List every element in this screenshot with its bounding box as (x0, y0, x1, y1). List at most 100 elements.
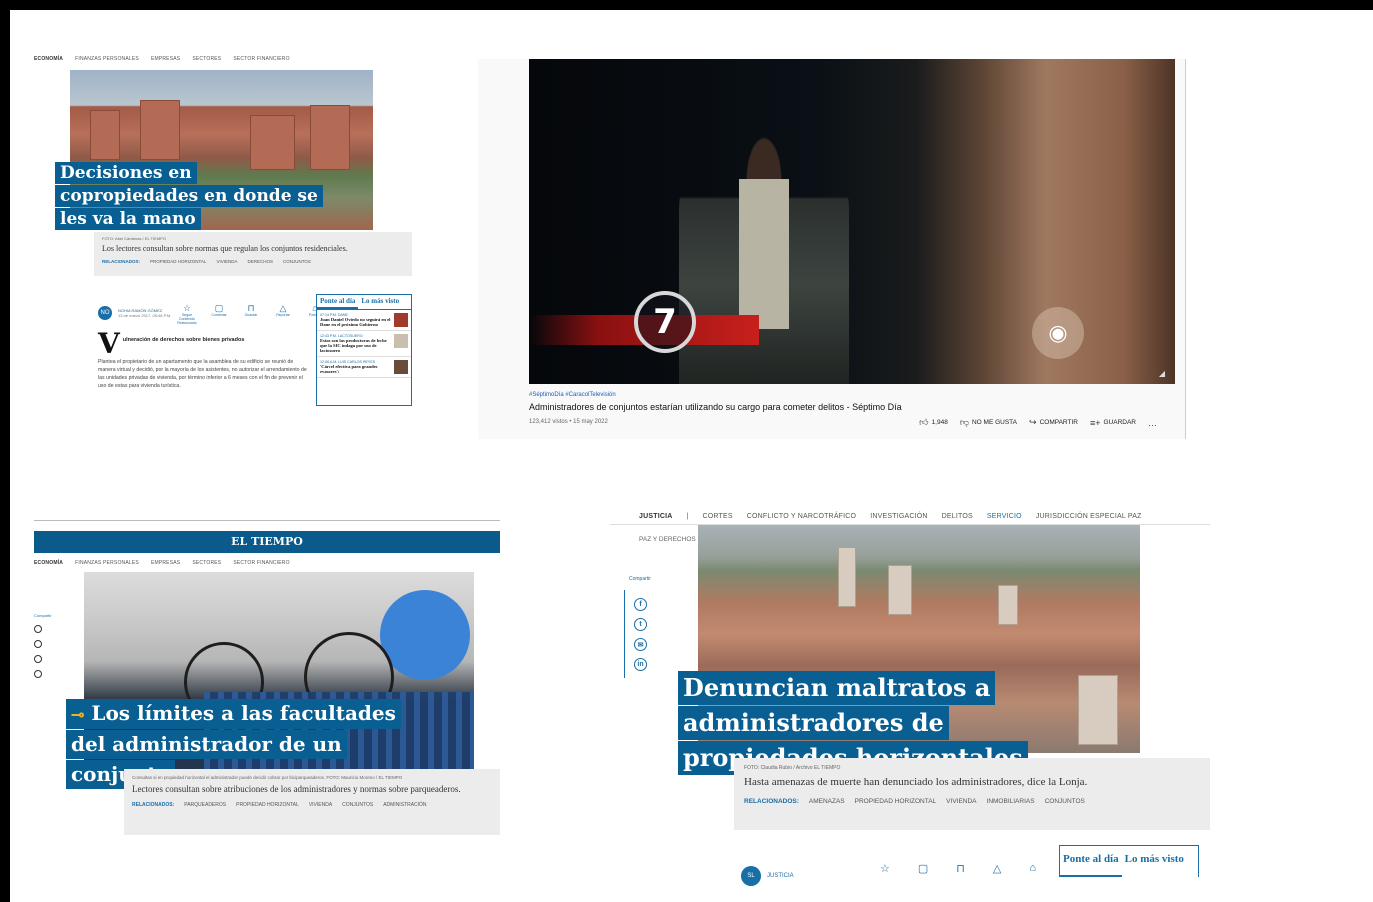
nav-item[interactable]: EMPRESAS (151, 560, 180, 566)
follow-button[interactable]: ☆ Seguir Contenido Relacionado (177, 303, 197, 325)
related-tag[interactable]: VIVIENDA (309, 802, 332, 808)
comment-icon[interactable]: ▢ (918, 862, 928, 875)
linkedin-icon[interactable] (34, 670, 42, 678)
nav-item[interactable]: ECONOMÍA (34, 560, 63, 566)
related-tag[interactable]: CONJUNTOS (342, 802, 373, 808)
nav-item[interactable]: SECTOR FINANCIERO (233, 56, 289, 62)
news-item[interactable]: 12:43 P.M. LACTOSUERO Estos son las produ… (317, 331, 411, 357)
video-subject-shirt (739, 179, 789, 329)
tab-ponte-al-dia[interactable]: Ponte al día (317, 295, 359, 309)
related-tags: RELACIONADOS: AMENAZAS PROPIEDAD HORIZON… (744, 798, 1200, 805)
nav-item-justicia[interactable]: JUSTICIA (639, 513, 673, 520)
nav-item[interactable]: FINANZAS PERSONALES (75, 56, 139, 62)
nav-item[interactable]: CONFLICTO Y NARCOTRÁFICO (747, 513, 856, 520)
bookmark-icon[interactable]: ⊓ (956, 862, 965, 875)
nav-item[interactable]: SERVICIO (987, 513, 1022, 520)
related-tag[interactable]: PROPIEDAD HORIZONTAL (150, 259, 206, 264)
like-count: 1,948 (931, 419, 948, 426)
tool-label: Guardar (244, 313, 258, 317)
key-icon: ⊸ (71, 705, 85, 724)
headline[interactable]: Decisiones en copropiedades en donde se … (55, 162, 323, 231)
nav-item[interactable]: FINANZAS PERSONALES (75, 560, 139, 566)
like-button[interactable]: 👍︎ 1,948 (919, 417, 948, 428)
news-item[interactable]: 12:08 A.M. LUIS CARLOS REYES 'Cárcel efec… (317, 357, 411, 378)
share-button[interactable]: ↪ COMPARTIR (1029, 417, 1078, 428)
tab-lo-mas-visto[interactable]: Lo más visto (358, 295, 402, 309)
email-icon[interactable]: ✉ (634, 638, 647, 651)
related-tag[interactable]: DERECHOS (247, 259, 273, 264)
related-tag[interactable]: CONJUNTOS (1045, 798, 1085, 805)
facebook-icon[interactable]: f (634, 598, 647, 611)
building (90, 110, 120, 160)
septimo-dia-logo: 7 (634, 291, 696, 353)
news-item[interactable]: 07:14 P.M. DANE Juan Daniel Oviedo no seg… (317, 310, 411, 331)
linkedin-icon[interactable]: in (634, 658, 647, 671)
nav-item[interactable]: SECTORES (192, 56, 221, 62)
author-section[interactable]: JUSTICIA (767, 873, 794, 879)
building (998, 585, 1018, 625)
nav-item[interactable]: INVESTIGACIÓN (870, 513, 927, 520)
building (310, 105, 350, 170)
author-block[interactable]: NO NOHIA RAMÓN GÓMEZ 13 de marzo 2017, 0… (98, 306, 171, 320)
building (140, 100, 180, 160)
twitter-icon[interactable] (34, 640, 42, 648)
article-body: V ulneración de derechos sobre bienes pr… (98, 330, 308, 390)
nav-item[interactable]: CORTES (703, 513, 733, 520)
nav-item[interactable]: EMPRESAS (151, 56, 180, 62)
related-tag[interactable]: PROPIEDAD HORIZONTAL (855, 798, 937, 805)
tab-lo-mas-visto[interactable]: Lo más visto (1122, 846, 1187, 877)
related-label: RELACIONADOS: (102, 259, 140, 264)
email-icon[interactable] (34, 655, 42, 663)
related-tag[interactable]: INMOBILIARIAS (987, 798, 1035, 805)
share-label: COMPARTIR (1039, 419, 1078, 426)
article-tools: ☆ Seguir Contenido Relacionado ▢ Comentar … (177, 303, 324, 325)
share-icon: ↪ (1029, 417, 1037, 427)
report-button[interactable]: △ Reportar (274, 303, 292, 325)
related-tag[interactable]: ADMINISTRACIÓN (383, 802, 426, 808)
related-tag[interactable]: VIVIENDA (946, 798, 976, 805)
article-paragraph: Plantea el propietario de un apartamento… (98, 359, 307, 389)
comment-button[interactable]: ▢ Comentar (210, 303, 228, 325)
related-tag[interactable]: CONJUNTOS (283, 259, 311, 264)
share-label: Compartir (34, 613, 52, 618)
dislike-label: NO ME GUSTA (971, 419, 1018, 426)
home-icon[interactable]: ⌂ (1029, 862, 1036, 875)
related-tag[interactable]: PROPIEDAD HORIZONTAL (236, 802, 299, 808)
headline-line: Denuncian maltratos a (678, 671, 996, 705)
save-button[interactable]: ⊓ Guardar (242, 303, 260, 325)
section-nav: ECONOMÍA FINANZAS PERSONALES EMPRESAS SE… (34, 56, 290, 62)
nav-item[interactable]: DELITOS (942, 513, 973, 520)
save-button[interactable]: ≡+ GUARDAR (1090, 417, 1136, 428)
related-label: RELACIONADOS: (744, 798, 799, 805)
related-tag[interactable]: AMENAZAS (809, 798, 845, 805)
report-icon[interactable]: △ (993, 862, 1001, 875)
site-logo[interactable]: EL TIEMPO (34, 531, 500, 553)
more-button[interactable]: … (1148, 417, 1157, 428)
author-block[interactable]: SL JUSTICIA (741, 866, 794, 886)
headline-line: copropiedades en donde se (55, 185, 323, 207)
twitter-icon[interactable]: t (634, 618, 647, 631)
tab-ponte-al-dia[interactable]: Ponte al día (1060, 846, 1122, 877)
building (838, 547, 856, 607)
related-tag[interactable]: VIVIENDA (216, 259, 237, 264)
collage-frame: ECONOMÍA FINANZAS PERSONALES EMPRESAS SE… (10, 10, 1373, 902)
nav-item[interactable]: JURISDICCIÓN ESPECIAL PAZ (1036, 513, 1142, 520)
nav-item[interactable]: SECTORES (192, 560, 221, 566)
video-player[interactable]: 7 ◉ ◢ (529, 59, 1175, 384)
more-icon: … (1148, 417, 1157, 428)
related-tag[interactable]: PARQUEADEROS (184, 802, 226, 808)
tool-label: Seguir Contenido Relacionado (177, 313, 197, 325)
article-denuncian-maltratos: JUSTICIA | CORTES CONFLICTO Y NARCOTRÁFI… (610, 508, 1210, 886)
star-icon[interactable]: ☆ (880, 862, 890, 875)
nav-item[interactable]: SECTOR FINANCIERO (233, 560, 289, 566)
photo-credit: FOTO: Abel Cárdenas / EL TIEMPO (102, 236, 166, 241)
facebook-icon[interactable] (34, 625, 42, 633)
news-title: Juan Daniel Oviedo no seguirá en el Dane… (320, 317, 391, 327)
dislike-button[interactable]: 👎︎ NO ME GUSTA (960, 417, 1017, 428)
news-thumbnail (394, 360, 408, 374)
nav-item[interactable]: ECONOMÍA (34, 56, 63, 62)
video-hashtags[interactable]: #SéptimoDía #CaracolTelevisión (529, 392, 616, 398)
photo-caption: FOTO: Claudia Rubio / Archivo EL TIEMPO … (734, 758, 1210, 830)
photo-credit: FOTO: Claudia Rubio / Archivo EL TIEMPO (744, 765, 841, 771)
article-copropiedades: ECONOMÍA FINANZAS PERSONALES EMPRESAS SE… (34, 54, 424, 406)
